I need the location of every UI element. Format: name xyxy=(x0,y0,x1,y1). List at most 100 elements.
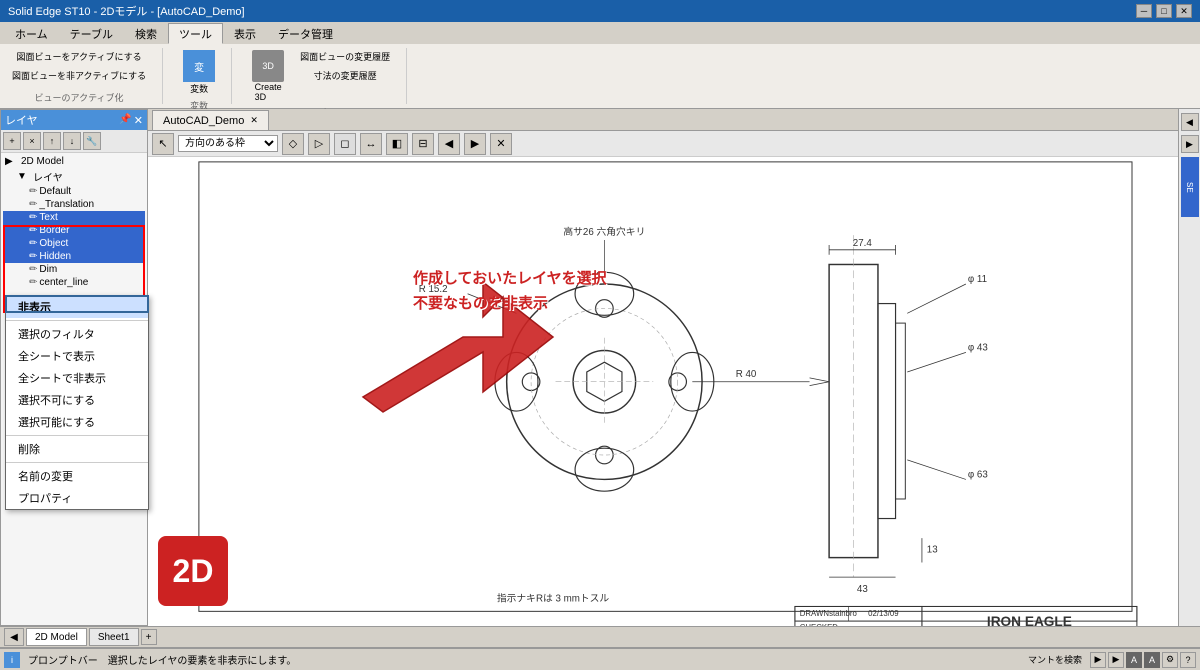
bottom-area: ◀ 2D Model Sheet1 + i プロンプトバー 選択したレイヤの要素… xyxy=(0,626,1200,670)
minimize-button[interactable]: ─ xyxy=(1136,4,1152,18)
menu-item-make-selectable[interactable]: 選択可能にする xyxy=(6,411,148,433)
bottom-tabs: ◀ 2D Model Sheet1 + xyxy=(0,626,1200,648)
menu-item-delete[interactable]: 削除 xyxy=(6,438,148,460)
svg-text:43: 43 xyxy=(857,584,868,595)
menu-item-hide-all[interactable]: 全シートで非表示 xyxy=(6,367,148,389)
tool-btn-3[interactable]: ◻ xyxy=(334,133,356,155)
dim-history-btn[interactable]: 寸法の変更履歴 xyxy=(296,67,394,84)
tab-view[interactable]: 表示 xyxy=(223,24,267,44)
layer-new-btn[interactable]: + xyxy=(3,132,21,150)
title-bar-text: Solid Edge ST10 - 2Dモデル - [AutoCAD_Demo] xyxy=(8,3,245,19)
tool-btn-6[interactable]: ⊟ xyxy=(412,133,434,155)
right-sidebar: ◀ ▶ SE xyxy=(1178,109,1200,626)
svg-text:φ 11: φ 11 xyxy=(968,274,987,285)
create-3d-btn[interactable]: 3D Create3D xyxy=(248,48,288,104)
svg-text:27.4: 27.4 xyxy=(853,238,873,249)
canvas-tab-autocad[interactable]: AutoCAD_Demo ✕ xyxy=(152,110,269,130)
restore-button[interactable]: □ xyxy=(1156,4,1172,18)
ribbon-group-vars: 変 変数 変数 xyxy=(179,48,232,104)
menu-separator-1 xyxy=(6,320,148,321)
layer-delete-btn[interactable]: × xyxy=(23,132,41,150)
status-icon: i xyxy=(4,652,20,668)
tree-item-centerline[interactable]: ✏ center_line xyxy=(3,276,145,289)
right-tool-2[interactable]: ▶ xyxy=(1181,135,1199,153)
status-btn-5[interactable]: ⚙ xyxy=(1162,652,1178,668)
tab-table[interactable]: テーブル xyxy=(59,24,124,44)
tree-item-default[interactable]: ✏ Default xyxy=(3,185,145,198)
view-history-btn[interactable]: 図面ビューの変更履歴 xyxy=(296,48,394,65)
sheet-left-btn[interactable]: ◀ xyxy=(4,628,24,646)
menu-item-show-all[interactable]: 全シートで表示 xyxy=(6,345,148,367)
svg-text:stainbro: stainbro xyxy=(829,609,857,618)
layer-up-btn[interactable]: ↑ xyxy=(43,132,61,150)
layers-close-icon[interactable]: ✕ xyxy=(134,114,143,127)
status-text: プロンプトバー 選択したレイヤの要素を非表示にします。 xyxy=(28,652,296,667)
menu-separator-3 xyxy=(6,462,148,463)
layers-pin-icon[interactable]: 📌 xyxy=(119,114,131,127)
tree-item-2dmodel[interactable]: ▶ 2D Model xyxy=(3,155,145,168)
status-bar: i プロンプトバー 選択したレイヤの要素を非表示にします。 マントを検索 ▶ ▶… xyxy=(0,648,1200,670)
tab-tools[interactable]: ツール xyxy=(168,23,223,44)
menu-item-rename[interactable]: 名前の変更 xyxy=(6,465,148,487)
bottom-tab-2dmodel[interactable]: 2D Model xyxy=(26,628,87,646)
menu-item-properties[interactable]: プロパティ xyxy=(6,487,148,509)
svg-text:02/13/09: 02/13/09 xyxy=(868,609,898,618)
drawing-canvas[interactable]: 27.4 R 40 φ 11 φ 43 φ 63 xyxy=(148,157,1178,626)
ribbon-tabs: ホーム テーブル 検索 ツール 表示 データ管理 xyxy=(0,22,1200,44)
context-menu: 非表示 選択のフィルタ 全シートで表示 全シートで非表示 選択不可にする 選択可… xyxy=(5,295,149,510)
right-panel-label: SE xyxy=(1181,157,1199,217)
tree-item-text[interactable]: ✏ Text xyxy=(3,211,145,224)
tab-search[interactable]: 検索 xyxy=(124,24,168,44)
tool-next-btn[interactable]: ▶ xyxy=(464,133,486,155)
drawing-svg: 27.4 R 40 φ 11 φ 43 φ 63 xyxy=(148,157,1178,626)
status-btn-4[interactable]: A xyxy=(1144,652,1160,668)
tree-item-object[interactable]: ✏ Object xyxy=(3,237,145,250)
status-btn-3[interactable]: A xyxy=(1126,652,1142,668)
layer-properties-btn[interactable]: 🔧 xyxy=(83,132,101,150)
svg-text:DRAWN: DRAWN xyxy=(800,609,829,618)
bottom-tab-sheet1[interactable]: Sheet1 xyxy=(89,628,139,646)
tab-data-management[interactable]: データ管理 xyxy=(267,24,344,44)
status-btn-6[interactable]: ? xyxy=(1180,652,1196,668)
menu-item-make-unselectable[interactable]: 選択不可にする xyxy=(6,389,148,411)
status-btn-1[interactable]: ▶ xyxy=(1090,652,1106,668)
menu-item-filter[interactable]: 選択のフィルタ xyxy=(6,323,148,345)
tree-item-border[interactable]: ✏ Border xyxy=(3,224,145,237)
tab-home[interactable]: ホーム xyxy=(4,24,59,44)
tool-prev-btn[interactable]: ◀ xyxy=(438,133,460,155)
tab-close-icon[interactable]: ✕ xyxy=(250,115,258,126)
tree-item-translation[interactable]: ✏ _Translation xyxy=(3,198,145,211)
status-controls: ▶ ▶ A A ⚙ ? xyxy=(1090,652,1196,668)
tree-item-dim[interactable]: ✏ Dim xyxy=(3,263,145,276)
svg-text:IRON EAGLE: IRON EAGLE xyxy=(987,614,1072,626)
layers-toolbar: + × ↑ ↓ 🔧 xyxy=(1,130,147,153)
tool-btn-2[interactable]: ▷ xyxy=(308,133,330,155)
cursor-tool-btn[interactable]: ↖ xyxy=(152,133,174,155)
title-bar: Solid Edge ST10 - 2Dモデル - [AutoCAD_Demo]… xyxy=(0,0,1200,22)
activate-view-btn[interactable]: 図面ビューをアクティブにする xyxy=(8,48,150,65)
menu-item-hide[interactable]: 非表示 xyxy=(6,296,148,318)
ribbon-group-view-activate: 図面ビューをアクティブにする 図面ビューを非アクティブにする ビューのアクティブ… xyxy=(8,48,163,104)
layer-down-btn[interactable]: ↓ xyxy=(63,132,81,150)
tool-btn-4[interactable]: ↔ xyxy=(360,133,382,155)
svg-text:φ 43: φ 43 xyxy=(968,342,988,353)
tree-item-hidden[interactable]: ✏ Hidden xyxy=(3,250,145,263)
zoom-indicator: マントを検索 xyxy=(1028,653,1082,666)
vars-btn[interactable]: 変 変数 xyxy=(179,48,219,97)
canvas-toolbar: ↖ 方向のある枠 ◇ ▷ ◻ ↔ ◧ ⊟ ◀ ▶ ✕ xyxy=(148,131,1178,157)
tool-btn-5[interactable]: ◧ xyxy=(386,133,408,155)
svg-text:CHECKED: CHECKED xyxy=(800,623,838,626)
right-tool-1[interactable]: ◀ xyxy=(1181,113,1199,131)
sheet-add-btn[interactable]: + xyxy=(141,629,157,645)
close-button[interactable]: ✕ xyxy=(1176,4,1192,18)
tool-btn-1[interactable]: ◇ xyxy=(282,133,304,155)
deactivate-view-btn[interactable]: 図面ビューを非アクティブにする xyxy=(8,67,150,84)
title-bar-controls: ─ □ ✕ xyxy=(1136,4,1192,18)
canvas-area: AutoCAD_Demo ✕ ↖ 方向のある枠 ◇ ▷ ◻ ↔ ◧ ⊟ ◀ ▶ … xyxy=(148,109,1178,626)
direction-select[interactable]: 方向のある枠 xyxy=(178,135,278,152)
layers-panel-title: レイヤ xyxy=(5,112,38,128)
tree-item-layer-root[interactable]: ▼ レイヤ xyxy=(3,168,145,185)
badge-2d: 2D xyxy=(158,536,228,606)
tool-close-btn[interactable]: ✕ xyxy=(490,133,512,155)
status-btn-2[interactable]: ▶ xyxy=(1108,652,1124,668)
